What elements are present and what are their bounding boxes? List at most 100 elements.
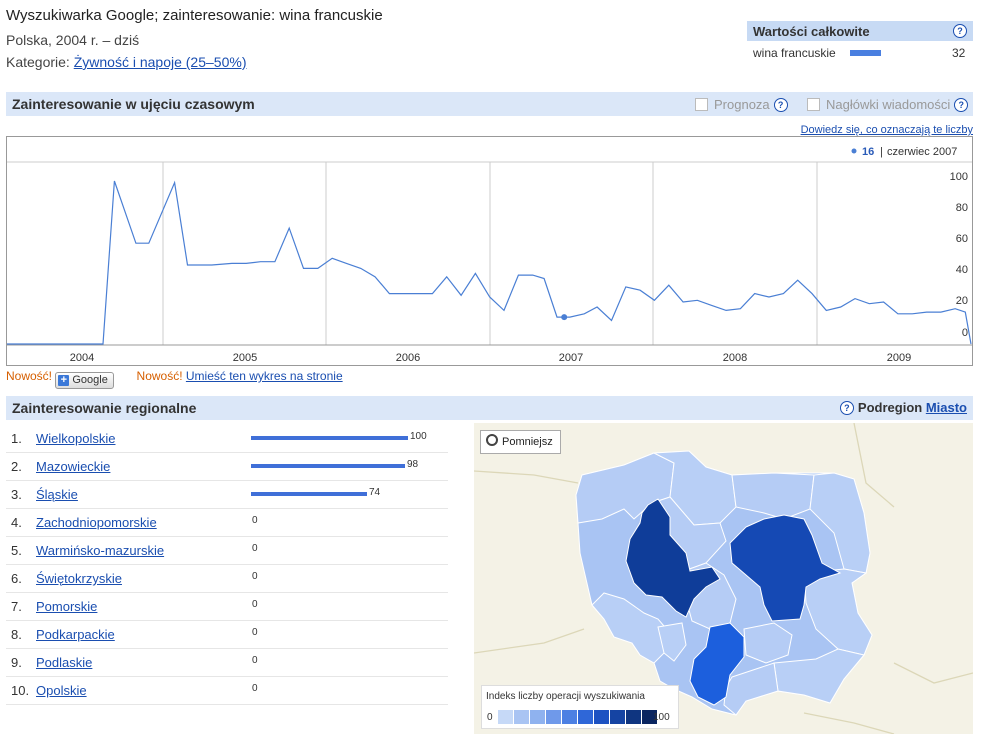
new-label: Nowość! — [136, 369, 183, 383]
category-label: Kategorie: — [6, 54, 70, 70]
checkbox-icon[interactable] — [807, 98, 820, 111]
region-value-bar — [251, 436, 408, 440]
region-name-link[interactable]: Śląskie — [36, 487, 78, 502]
totals-title: Wartości całkowite — [753, 24, 870, 39]
interest-over-time-chart: 2004 2005 2006 2007 2008 2009 0 20 40 60 80 100 16… — [6, 136, 973, 366]
y-tick-label: 0 — [962, 327, 968, 339]
timeline-title: Zainteresowanie w ujęciu czasowym — [12, 96, 255, 112]
legend-swatch — [498, 710, 513, 724]
forecast-label: Prognoza — [714, 97, 770, 112]
region-rank: 1. — [11, 431, 22, 446]
page-title: Wyszukiwarka Google; zainteresowanie: wi… — [6, 7, 383, 24]
region-value: 0 — [252, 627, 258, 638]
totals-box: Wartości całkowite ? wina francuskie 32 — [747, 21, 973, 61]
region-row: 3. Śląskie 74 — [6, 480, 448, 509]
y-tick-label: 80 — [956, 202, 968, 214]
region-value: 98 — [407, 459, 419, 470]
map-legend: Indeks liczby operacji wyszukiwania 0 10… — [481, 685, 679, 729]
region-value: 0 — [252, 571, 258, 582]
legend-swatch — [514, 710, 529, 724]
subregion-controls: ? Podregion Miasto — [839, 400, 967, 415]
region-name-link[interactable]: Mazowieckie — [36, 459, 110, 474]
legend-swatch — [546, 710, 561, 724]
help-icon[interactable]: ? — [773, 98, 788, 112]
tooltip-date: czerwiec 2007 — [887, 146, 957, 158]
highlight-point[interactable] — [561, 314, 568, 321]
region-name-link[interactable]: Zachodniopomorskie — [36, 515, 157, 530]
region-row: 1. Wielkopolskie 100 — [6, 424, 448, 453]
category-link[interactable]: Żywność i napoje (25–50%) — [74, 54, 247, 70]
x-tick-label: 2006 — [396, 352, 420, 364]
x-tick-label: 2005 — [233, 352, 257, 364]
help-icon[interactable]: ? — [953, 24, 967, 38]
region-value: 0 — [252, 655, 258, 666]
legend-min: 0 — [487, 712, 493, 723]
chart-x-axis-band — [6, 344, 973, 366]
y-tick-label: 20 — [956, 295, 968, 307]
legend-swatch — [594, 710, 609, 724]
region-rank: 3. — [11, 487, 22, 502]
regional-title: Zainteresowanie regionalne — [12, 400, 197, 416]
zoom-out-label: Pomniejsz — [502, 436, 553, 448]
new-label: Nowość! — [6, 369, 53, 383]
x-tick-label: 2008 — [723, 352, 747, 364]
totals-bar — [850, 50, 881, 56]
region-value-bar — [251, 464, 405, 468]
totals-header: Wartości całkowite ? — [747, 21, 973, 41]
region-name-link[interactable]: Wielkopolskie — [36, 431, 115, 446]
regional-section-header: Zainteresowanie regionalne ? Podregion Mi… — [6, 396, 973, 420]
help-icon[interactable]: ? — [954, 98, 969, 112]
region-name-link[interactable]: Świętokrzyskie — [36, 571, 122, 586]
city-link[interactable]: Miasto — [926, 400, 967, 415]
learn-numbers-link[interactable]: Dowiedz się, co oznaczają te liczby — [801, 124, 973, 136]
legend-color-scale — [498, 710, 658, 724]
legend-max: 100 — [653, 712, 670, 723]
region-name-link[interactable]: Podlaskie — [36, 655, 92, 670]
checkbox-icon[interactable] — [695, 98, 708, 111]
region-value: 0 — [252, 599, 258, 610]
category-row: Kategorie: Żywność i napoje (25–50%) — [6, 54, 246, 70]
news-headlines-checkbox[interactable]: Nagłówki wiadomości? — [807, 97, 969, 112]
region-rank: 9. — [11, 655, 22, 670]
legend-swatch — [562, 710, 577, 724]
region-value: 0 — [252, 683, 258, 694]
totals-term: wina francuskie — [753, 46, 836, 60]
x-tick-label: 2004 — [70, 352, 94, 364]
legend-title: Indeks liczby operacji wyszukiwania — [486, 691, 645, 702]
google-logo: Google — [72, 374, 108, 386]
region-rank: 10. — [11, 683, 30, 698]
region-name-link[interactable]: Pomorskie — [36, 599, 97, 614]
region-row: 10. Opolskie 0 — [6, 676, 448, 705]
y-tick-label: 40 — [956, 264, 968, 276]
tooltip-value: 16 — [862, 146, 874, 158]
region-rank: 2. — [11, 459, 22, 474]
region-rank: 7. — [11, 599, 22, 614]
region-value-bar — [251, 492, 367, 496]
tooltip-dot-icon — [851, 148, 857, 154]
forecast-checkbox[interactable]: Prognoza? — [695, 97, 788, 112]
region-rank: 4. — [11, 515, 22, 530]
region-name-link[interactable]: Podkarpackie — [36, 627, 115, 642]
x-tick-label: 2007 — [559, 352, 583, 364]
zoom-out-button[interactable]: Pomniejsz — [480, 430, 561, 454]
news-row: Nowość! + Google Nowość! Umieść ten wykre… — [6, 369, 343, 389]
region-row: 8. Podkarpackie 0 — [6, 620, 448, 649]
help-icon[interactable]: ? — [839, 401, 854, 415]
location-date-range: Polska, 2004 r. – dziś — [6, 32, 140, 48]
tooltip-separator: | — [880, 146, 883, 158]
add-to-google-button[interactable]: + Google — [55, 372, 114, 389]
region-name-link[interactable]: Warmińsko-mazurskie — [36, 543, 164, 558]
region-value: 0 — [252, 543, 258, 554]
legend-swatch — [626, 710, 641, 724]
chart-tooltip: 16 | czerwiec 2007 — [851, 146, 957, 158]
region-name-link[interactable]: Opolskie — [36, 683, 87, 698]
legend-swatch — [578, 710, 593, 724]
region-row: 9. Podlaskie 0 — [6, 648, 448, 677]
region-map[interactable]: Pomniejsz Indeks liczby operacji wyszuki… — [474, 423, 973, 734]
region-row: 7. Pomorskie 0 — [6, 592, 448, 621]
region-row: 4. Zachodniopomorskie 0 — [6, 508, 448, 537]
embed-chart-link[interactable]: Umieść ten wykres na stronie — [186, 369, 343, 383]
x-tick-label: 2009 — [887, 352, 911, 364]
timeline-section-header: Zainteresowanie w ujęciu czasowym Progno… — [6, 92, 973, 116]
region-row: 2. Mazowieckie 98 — [6, 452, 448, 481]
